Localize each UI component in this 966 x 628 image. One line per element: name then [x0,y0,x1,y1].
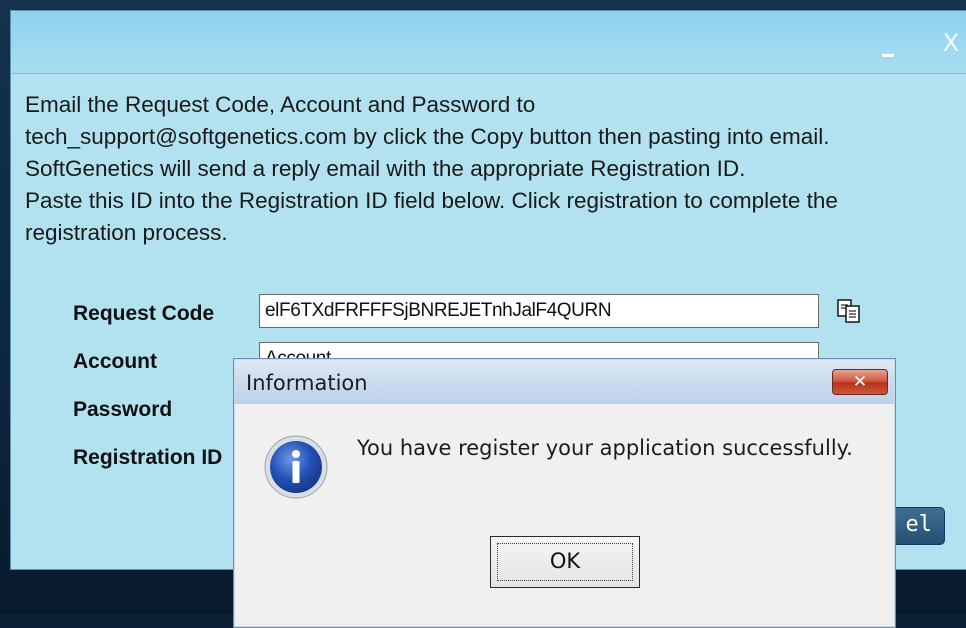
registration-id-label: Registration ID [73,446,223,469]
copy-icon[interactable] [836,298,862,324]
request-code-label: Request Code [73,302,215,325]
dialog-title: Information [246,371,368,395]
information-dialog: Information ✕ You have register your app… [233,358,896,628]
instruction-line: SoftGenetics will send a reply email wit… [25,156,746,181]
dialog-message: You have register your application succe… [357,436,853,460]
dialog-body: You have register your application succe… [235,404,894,626]
info-icon [264,435,328,499]
account-label: Account [73,350,157,373]
dialog-title-bar: Information ✕ [235,360,894,404]
instruction-line: registration process. [25,220,228,245]
title-bar: X [11,11,966,74]
password-label: Password [73,398,173,421]
instruction-line: tech_support@softgenetics.com by click t… [25,124,830,149]
ok-button[interactable]: OK [490,536,640,588]
request-code-input[interactable]: elF6TXdFRFFFSjBNREJETnhJalF4QURN [259,294,819,328]
dialog-close-button[interactable]: ✕ [832,369,888,395]
close-button[interactable]: X [939,31,963,55]
minimize-button[interactable] [881,39,895,57]
instruction-line: Email the Request Code, Account and Pass… [25,92,536,117]
instruction-line: Paste this ID into the Registration ID f… [25,188,838,213]
instructions-text: Email the Request Code, Account and Pass… [25,89,966,249]
